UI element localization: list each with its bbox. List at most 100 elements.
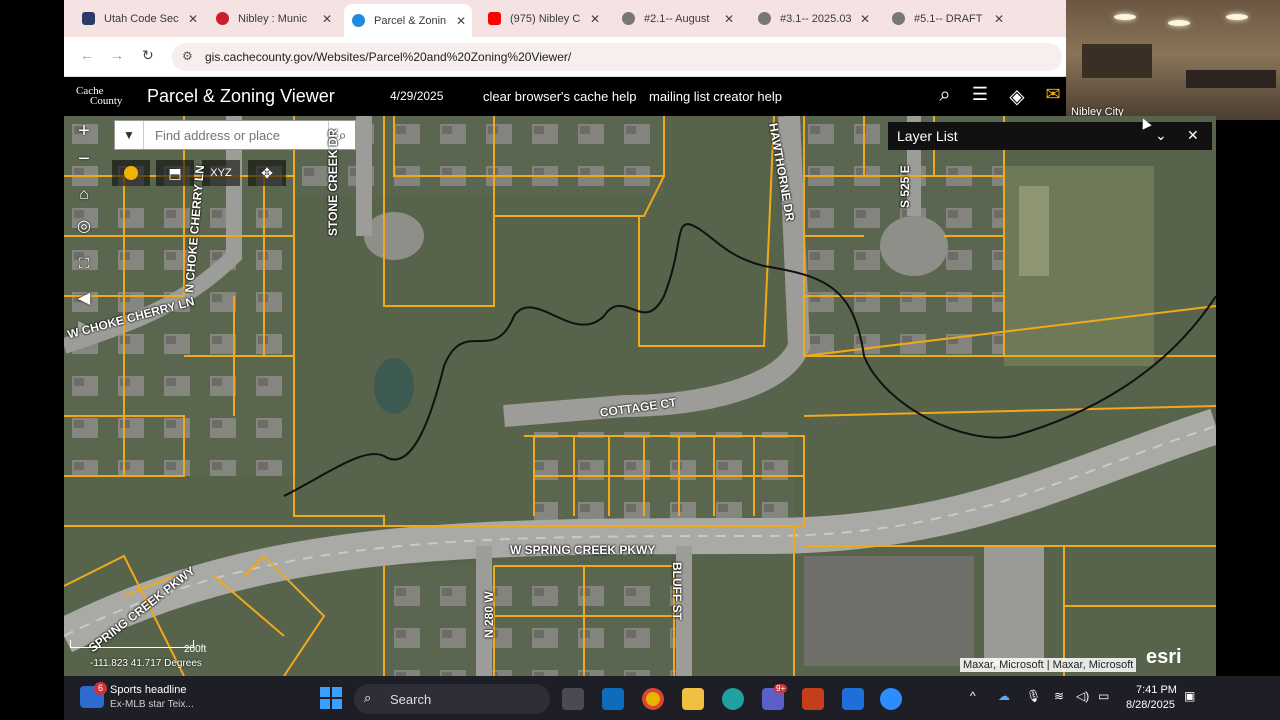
zoom-in-button[interactable]: + [70, 118, 98, 146]
mailing-list-help-link[interactable]: mailing list creator help [649, 89, 782, 104]
previous-extent-icon[interactable]: ◀ [70, 286, 98, 314]
chevron-up-icon[interactable]: ^ [970, 689, 976, 703]
cache-county-logo: Cache County [76, 85, 123, 107]
search-input[interactable] [145, 121, 328, 149]
utah-code-icon [82, 12, 95, 25]
street-label-s525e: S 525 E [898, 165, 912, 208]
esri-logo: esri [1146, 646, 1182, 668]
microphone-icon[interactable]: 🎙 [1026, 689, 1041, 703]
browser-tab-2025-03[interactable]: #3.1-- 2025.03 ✕ [758, 6, 870, 31]
browser-tab-parcel-zoning[interactable]: Parcel & Zonin ✕ [344, 4, 472, 37]
reload-icon[interactable]: ↻ [142, 47, 154, 64]
s525e-cul-de-sac [880, 216, 948, 276]
edge-icon[interactable] [722, 688, 744, 710]
teams-badge: 9+ [774, 684, 788, 693]
layer-list-panel: Layer List ⌄ ✕ [888, 122, 1212, 150]
collapse-icon[interactable]: ⌄ [1155, 127, 1167, 144]
close-icon[interactable]: ✕ [188, 12, 198, 26]
close-icon[interactable]: ✕ [994, 12, 1004, 26]
ceiling-light [1114, 14, 1136, 20]
close-icon[interactable]: ✕ [590, 12, 600, 26]
cache-help-link[interactable]: clear browser's cache help [483, 89, 637, 104]
globe-icon [622, 12, 635, 25]
wifi-icon[interactable]: ≋ [1054, 689, 1064, 703]
ceiling-light [1226, 14, 1248, 20]
chevron-down-icon[interactable]: ▼ [115, 121, 144, 149]
street-label-stone-creek: STONE CREEK DR [326, 128, 340, 236]
map-imagery [64, 116, 1216, 676]
browser-tab-youtube-nibley[interactable]: (975) Nibley C ✕ [488, 6, 600, 31]
news-subtitle[interactable]: Ex-MLB star Teix... [110, 699, 194, 710]
fullscreen-icon[interactable]: ⛶ [70, 250, 98, 278]
address-bar[interactable]: ⚙ gis.cachecounty.gov/Websites/Parcel%20… [172, 43, 1062, 71]
app-title: Parcel & Zoning Viewer [147, 86, 335, 106]
search-icon[interactable]: ⌕ [932, 84, 958, 110]
panel-title: Layer List [897, 128, 958, 144]
globe-icon [892, 12, 905, 25]
arcgis-icon [352, 14, 365, 27]
windows-start-icon[interactable] [320, 687, 342, 709]
commercial-building [984, 546, 1044, 666]
clock-time[interactable]: 7:41 PM [1136, 684, 1177, 696]
snipping-tool-icon[interactable] [802, 688, 824, 710]
forward-icon[interactable]: → [110, 47, 124, 63]
coins-icon[interactable] [112, 160, 150, 186]
onedrive-icon[interactable]: ☁ [998, 689, 1010, 703]
browser-tab-nibley-municipal[interactable]: Nibley : Munic ✕ [216, 6, 332, 31]
youtube-icon [488, 12, 501, 25]
locate-icon[interactable]: ◎ [70, 214, 98, 242]
back-icon[interactable]: ← [80, 47, 94, 63]
layers-icon[interactable]: ◈ [1004, 84, 1030, 110]
windows-taskbar: 6 Sports headline Ex-MLB star Teix... ⌕ … [64, 676, 1280, 720]
map-attribution: Maxar, Microsoft | Maxar, Microsoft [960, 658, 1137, 672]
news-headline[interactable]: Sports headline [110, 684, 186, 696]
close-icon[interactable]: ✕ [456, 14, 466, 28]
document-app-icon[interactable] [842, 688, 864, 710]
file-explorer-icon[interactable] [682, 688, 704, 710]
site-info-icon[interactable]: ⚙ [182, 49, 193, 63]
tab-title: #2.1-- August [644, 12, 710, 25]
globe-icon [758, 12, 771, 25]
ceiling-light [1168, 20, 1190, 26]
list-icon[interactable]: ☰ [967, 84, 993, 110]
map-view[interactable]: + − ⌂ ◎ ⛶ ◀ ▶ ▼ ⌕ ⬒ XYZ ✥ STONE CREEK DR… [64, 116, 1216, 676]
app-header: Cache County Parcel & Zoning Viewer 4/29… [64, 78, 1066, 116]
screen: Utah Code Sec ✕ Nibley : Munic ✕ Parcel … [0, 0, 1280, 720]
mail-icon[interactable]: ✉ [1040, 84, 1066, 110]
close-icon[interactable]: ✕ [724, 12, 734, 26]
street-label-spring-creek: W SPRING CREEK PKWY [510, 543, 656, 557]
close-icon[interactable]: ✕ [322, 12, 332, 26]
url-text: gis.cachecounty.gov/Websites/Parcel%20an… [205, 50, 572, 64]
news-badge: 6 [94, 682, 107, 695]
coordinate-readout: -111.823 41.717 Degrees [90, 658, 202, 669]
close-icon[interactable]: ✕ [1187, 127, 1199, 144]
browser-nav-bar: ← → ↻ ⚙ gis.cachecounty.gov/Websites/Par… [64, 37, 1066, 77]
address-search: ▼ ⌕ [114, 120, 356, 150]
move-icon[interactable]: ✥ [248, 160, 286, 186]
tab-title: #5.1-- DRAFT [914, 12, 983, 25]
volume-icon[interactable]: ◁) [1076, 689, 1089, 703]
zoom-out-button[interactable]: − [70, 146, 98, 174]
outlook-icon[interactable] [602, 688, 624, 710]
street-label-n280w: N 280 W [482, 591, 496, 638]
bookmark-icon[interactable]: ⬒ [156, 160, 194, 186]
video-feed: Nibley City [1066, 0, 1280, 120]
neighborhood-south [384, 566, 684, 676]
xyz-icon[interactable]: XYZ [202, 160, 240, 186]
battery-icon[interactable]: ▭ [1098, 689, 1109, 703]
clock-date[interactable]: 8/28/2025 [1126, 699, 1175, 711]
stone-creek-cul-de-sac [364, 212, 424, 260]
task-view-icon[interactable] [562, 688, 584, 710]
zoom-icon[interactable] [880, 688, 902, 710]
browser-tab-august[interactable]: #2.1-- August ✕ [622, 6, 734, 31]
notifications-icon[interactable]: ▣ [1184, 689, 1195, 703]
chrome-icon[interactable] [642, 688, 664, 710]
taskbar-search[interactable]: ⌕ Search [354, 684, 550, 714]
browser-tab-draft[interactable]: #5.1-- DRAFT ✕ [892, 6, 1004, 31]
council-desk [1186, 70, 1276, 88]
home-icon[interactable]: ⌂ [70, 182, 98, 210]
tab-title: Parcel & Zonin [374, 14, 447, 27]
close-icon[interactable]: ✕ [860, 12, 870, 26]
pond [374, 358, 414, 414]
browser-tab-utah-code[interactable]: Utah Code Sec ✕ [82, 6, 198, 31]
